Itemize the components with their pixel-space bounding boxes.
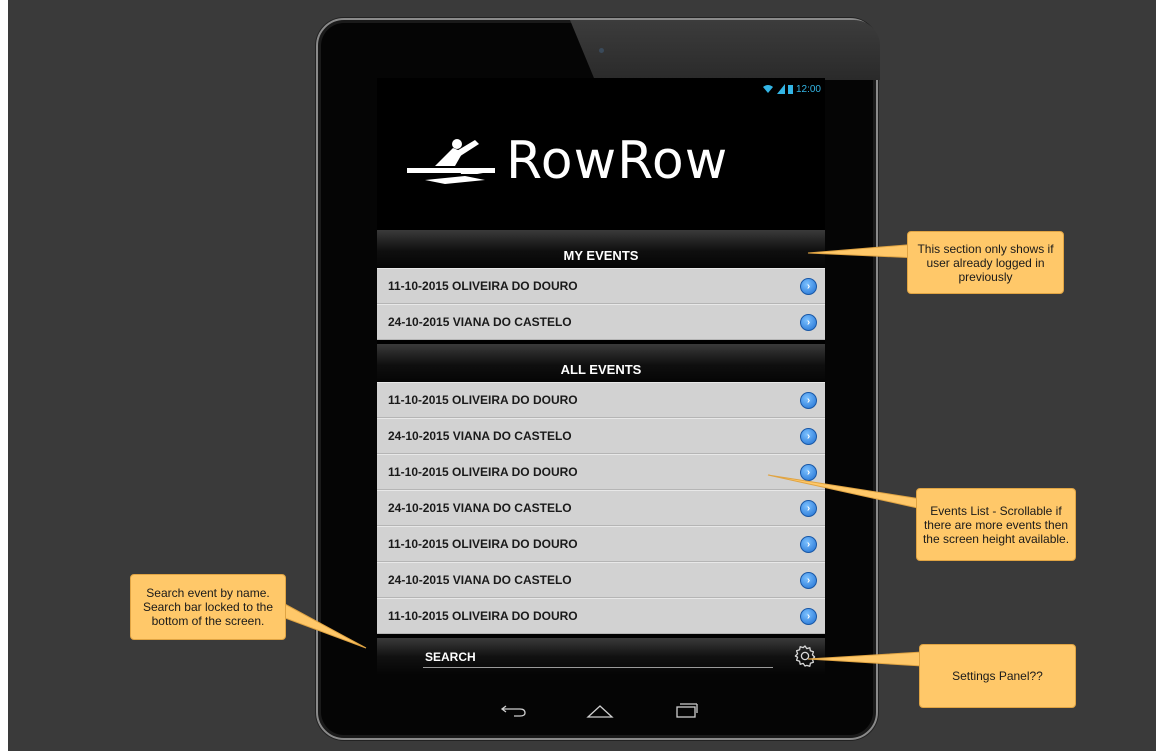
chevron-right-circle-icon[interactable]: › bbox=[800, 391, 817, 409]
app-screen: 12:00 RowRow MY EVENTS 11-10-2015 OLIVEI… bbox=[377, 78, 825, 675]
my-events-list: 11-10-2015 OLIVEIRA DO DOURO › 24-10-201… bbox=[377, 268, 825, 340]
list-item[interactable]: 11-10-2015 OLIVEIRA DO DOURO › bbox=[377, 268, 825, 304]
list-item[interactable]: 24-10-2015 VIANA DO CASTELO › bbox=[377, 562, 825, 598]
wifi-icon bbox=[762, 85, 773, 93]
callout-my-events: This section only shows if user already … bbox=[907, 231, 1064, 294]
chevron-right-circle-icon[interactable]: › bbox=[800, 427, 817, 445]
list-item[interactable]: 24-10-2015 VIANA DO CASTELO › bbox=[377, 418, 825, 454]
list-item[interactable]: 11-10-2015 OLIVEIRA DO DOURO › bbox=[377, 598, 825, 634]
all-events-title: ALL EVENTS bbox=[560, 362, 642, 377]
android-nav-bar bbox=[500, 698, 700, 722]
event-label: 24-10-2015 VIANA DO CASTELO bbox=[388, 429, 572, 443]
gear-icon[interactable] bbox=[793, 644, 817, 668]
event-label: 11-10-2015 OLIVEIRA DO DOURO bbox=[388, 537, 578, 551]
chevron-right-circle-icon[interactable]: › bbox=[800, 463, 817, 481]
chevron-right-circle-icon[interactable]: › bbox=[800, 313, 817, 331]
chevron-right-circle-icon[interactable]: › bbox=[800, 277, 817, 295]
my-events-title: MY EVENTS bbox=[563, 248, 639, 263]
all-events-header: ALL EVENTS bbox=[377, 344, 825, 382]
chevron-right-circle-icon[interactable]: › bbox=[800, 607, 817, 625]
back-icon[interactable] bbox=[500, 701, 528, 719]
tablet-glare bbox=[570, 20, 880, 80]
event-label: 11-10-2015 OLIVEIRA DO DOURO bbox=[388, 609, 578, 623]
list-item[interactable]: 24-10-2015 VIANA DO CASTELO › bbox=[377, 304, 825, 340]
chevron-right-circle-icon[interactable]: › bbox=[800, 571, 817, 589]
my-events-header: MY EVENTS bbox=[377, 230, 825, 268]
search-input[interactable]: SEARCH bbox=[425, 650, 476, 664]
callout-search: Search event by name. Search bar locked … bbox=[130, 574, 286, 640]
chevron-right-circle-icon[interactable]: › bbox=[800, 499, 817, 517]
event-label: 24-10-2015 VIANA DO CASTELO bbox=[388, 573, 572, 587]
event-label: 24-10-2015 VIANA DO CASTELO bbox=[388, 501, 572, 515]
rower-logo-icon bbox=[407, 139, 495, 184]
list-item[interactable]: 11-10-2015 OLIVEIRA DO DOURO › bbox=[377, 526, 825, 562]
callout-events-list-text: Events List - Scrollable if there are mo… bbox=[922, 503, 1070, 546]
app-logo: RowRow bbox=[405, 126, 805, 196]
logo-wordmark: RowRow bbox=[506, 131, 729, 191]
event-label: 11-10-2015 OLIVEIRA DO DOURO bbox=[388, 393, 578, 407]
search-underline bbox=[423, 667, 773, 668]
status-time: 12:00 bbox=[795, 83, 821, 95]
callout-settings-text: Settings Panel?? bbox=[952, 669, 1043, 683]
event-label: 11-10-2015 OLIVEIRA DO DOURO bbox=[388, 465, 578, 479]
event-label: 24-10-2015 VIANA DO CASTELO bbox=[388, 315, 572, 329]
list-item[interactable]: 11-10-2015 OLIVEIRA DO DOURO › bbox=[377, 382, 825, 418]
callout-search-text: Search event by name. Search bar locked … bbox=[142, 586, 274, 628]
home-icon[interactable] bbox=[586, 701, 614, 719]
camera-dot bbox=[599, 48, 604, 53]
list-item[interactable]: 24-10-2015 VIANA DO CASTELO › bbox=[377, 490, 825, 526]
status-bar: 12:00 bbox=[762, 82, 821, 96]
callout-events-list: Events List - Scrollable if there are mo… bbox=[916, 488, 1076, 561]
callout-my-events-text: This section only shows if user already … bbox=[917, 241, 1054, 284]
all-events-list[interactable]: 11-10-2015 OLIVEIRA DO DOURO › 24-10-201… bbox=[377, 382, 825, 634]
battery-icon bbox=[787, 84, 793, 94]
event-label: 11-10-2015 OLIVEIRA DO DOURO bbox=[388, 279, 578, 293]
signal-icon bbox=[776, 84, 785, 94]
list-item[interactable]: 11-10-2015 OLIVEIRA DO DOURO › bbox=[377, 454, 825, 490]
chevron-right-circle-icon[interactable]: › bbox=[800, 535, 817, 553]
search-bar: SEARCH bbox=[377, 638, 825, 675]
callout-settings: Settings Panel?? bbox=[919, 644, 1076, 708]
recents-icon[interactable] bbox=[672, 701, 700, 719]
